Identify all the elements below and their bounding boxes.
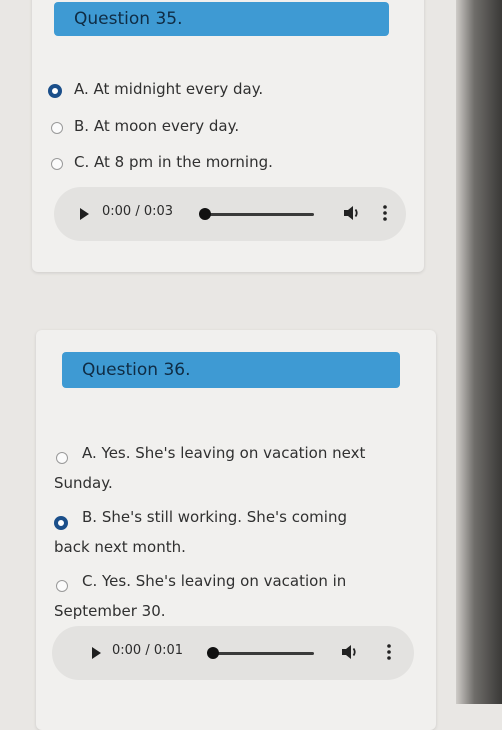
radio-unselected[interactable] [56,452,68,464]
audio-time: 0:00 / 0:01 [112,643,184,658]
question-card-36: Question 36. A. Yes. She's leaving on va… [36,330,436,730]
option-label: A. Yes. She's leaving on vacation next [82,444,366,462]
option-b[interactable]: B. She's still working. She's coming bac… [36,500,426,562]
audio-player: 0:00 / 0:01 [52,626,414,680]
option-label: B. She's still working. She's coming [82,508,347,526]
more-options-icon[interactable] [382,203,388,223]
radio-selected[interactable] [48,84,62,98]
audio-progress-track[interactable] [204,213,314,216]
question-card-35: Question 35. A. At midnight every day. B… [32,0,424,272]
radio-selected[interactable] [54,516,68,530]
option-label-continued: September 30. [54,602,166,620]
radio-unselected[interactable] [56,580,68,592]
audio-progress-knob[interactable] [207,647,219,659]
question-title: Question 36. [62,352,400,388]
option-a[interactable]: A. At midnight every day. [32,74,412,104]
volume-icon[interactable] [342,203,362,223]
option-label: C. Yes. She's leaving on vacation in [82,572,347,590]
option-c[interactable]: C. Yes. She's leaving on vacation in Sep… [36,564,426,626]
option-label: B. At moon every day. [74,117,240,135]
audio-progress-track[interactable] [212,652,314,655]
option-label: A. At midnight every day. [74,80,264,98]
radio-unselected[interactable] [51,158,63,170]
more-options-icon[interactable] [386,642,392,662]
audio-player: 0:00 / 0:03 [54,187,406,241]
option-label: C. At 8 pm in the morning. [74,153,273,171]
question-title: Question 35. [54,2,389,36]
play-icon[interactable] [80,208,89,220]
option-b[interactable]: B. At moon every day. [32,111,412,141]
monitor-bezel [456,0,502,704]
option-label-continued: Sunday. [54,474,113,492]
option-label-continued: back next month. [54,538,186,556]
option-c[interactable]: C. At 8 pm in the morning. [32,147,412,177]
radio-unselected[interactable] [51,122,63,134]
volume-icon[interactable] [340,642,360,662]
play-icon[interactable] [92,647,101,659]
option-a[interactable]: A. Yes. She's leaving on vacation next S… [36,434,426,496]
audio-progress-knob[interactable] [199,208,211,220]
audio-time: 0:00 / 0:03 [102,204,174,219]
